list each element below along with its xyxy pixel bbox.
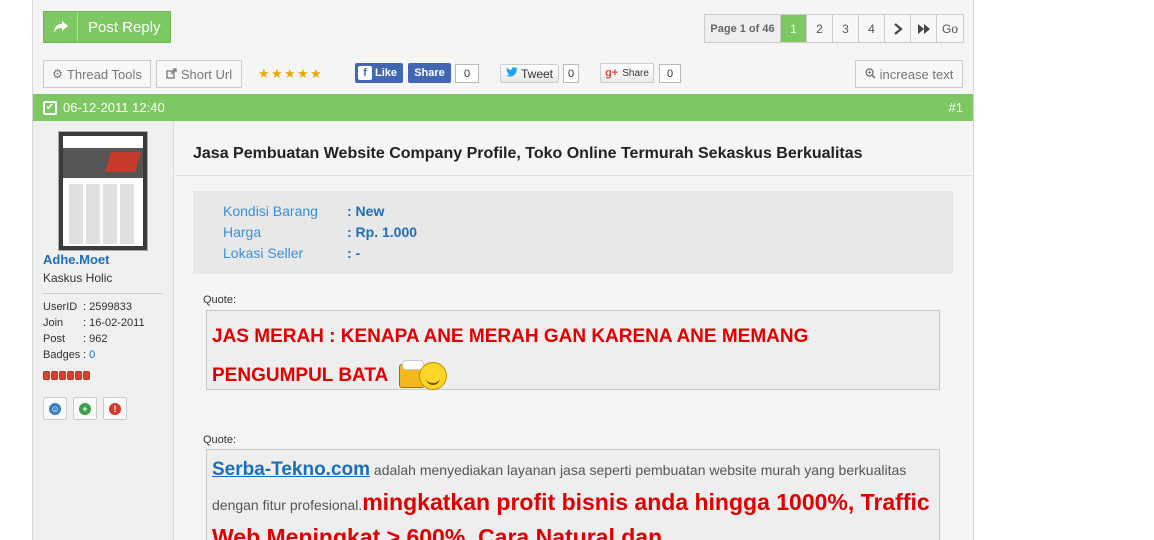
alert-icon: ! [109, 402, 121, 415]
user-id-row: UserID : 2599833 [43, 301, 132, 313]
listing-field-value: : Rp. 1.000 [347, 224, 418, 240]
user-field-label: Badges [43, 349, 81, 361]
location-row: Lokasi Seller : - [223, 245, 360, 261]
star-icon: ★ [271, 66, 283, 81]
post-count-row: Post : 962 [43, 333, 107, 345]
facebook-like-label: Like [375, 67, 398, 79]
short-url-button[interactable]: Short Url [156, 60, 242, 88]
report-button[interactable]: ! [103, 397, 127, 420]
page-4-link[interactable]: 4 [859, 15, 885, 42]
page-2-link[interactable]: 2 [807, 15, 833, 42]
user-info-column: Adhe.Moet Kaskus Holic UserID : 2599833 … [33, 121, 174, 540]
tweet-label: Tweet [520, 66, 553, 81]
page-info: Page 1 of 46 [705, 15, 781, 42]
post-title: Jasa Pembuatan Website Company Profile, … [193, 145, 863, 162]
divider [43, 293, 163, 294]
add-icon: + [79, 402, 91, 415]
star-icon: ★ [310, 66, 322, 81]
post-content: Jasa Pembuatan Website Company Profile, … [175, 121, 973, 540]
next-page-icon[interactable] [885, 15, 911, 42]
post-number-link[interactable]: #1 [949, 100, 963, 115]
divider [175, 175, 973, 176]
avatar[interactable] [58, 131, 148, 251]
share-arrow-icon [44, 12, 78, 42]
facebook-share-button[interactable]: Share [408, 63, 451, 83]
facebook-icon: f [358, 66, 372, 80]
thread-rating[interactable]: ★ ★ ★ ★ ★ [258, 66, 322, 81]
serba-tekno-link[interactable]: Serba-Tekno.com [212, 459, 370, 480]
star-icon: ★ [284, 66, 296, 81]
user-field-value: : 962 [83, 333, 108, 345]
increase-text-button[interactable]: increase text [855, 60, 963, 88]
post-date: 06-12-2011 12:40 [63, 100, 165, 115]
user-field-value: : 16-02-2011 [83, 317, 145, 329]
thread-tools-label: Thread Tools [66, 66, 142, 82]
last-page-icon[interactable] [911, 15, 937, 42]
view-profile-button[interactable]: ☺ [43, 397, 67, 420]
page-1-link[interactable]: 1 [781, 15, 807, 42]
google-plus-count: 0 [659, 64, 681, 83]
price-row: Harga : Rp. 1.000 [223, 224, 417, 240]
tweet-button[interactable]: Tweet [500, 64, 559, 83]
quote-box: JAS MERAH : KENAPA ANE MERAH GAN KARENA … [206, 310, 940, 390]
facebook-like-button[interactable]: f Like [355, 63, 403, 83]
page-3-link[interactable]: 3 [833, 15, 859, 42]
reputation-bar [43, 371, 90, 380]
facebook-share-count: 0 [455, 64, 479, 83]
condition-row: Kondisi Barang : New [223, 203, 384, 219]
quote-label: Quote: [203, 434, 237, 446]
quote-label: Quote: [203, 294, 237, 306]
post-reply-label: Post Reply [88, 18, 161, 36]
quote-text: Serba-Tekno.com adalah menyediakan layan… [212, 454, 932, 540]
go-button[interactable]: Go [937, 15, 963, 42]
username-link[interactable]: Adhe.Moet [43, 252, 109, 267]
increase-text-label: increase text [879, 66, 954, 82]
post-reply-button[interactable]: Post Reply [43, 11, 171, 43]
tweet-count: 0 [563, 64, 579, 83]
listing-field-label: Lokasi Seller [223, 245, 304, 261]
zoom-in-icon [864, 67, 876, 82]
google-plus-share-label: Share [622, 67, 649, 79]
google-plus-share-button[interactable]: g+ Share [600, 63, 654, 83]
user-field-value: : 2599833 [83, 301, 132, 313]
user-action-buttons: ☺ + ! [43, 397, 127, 420]
external-link-icon [166, 67, 177, 82]
add-reputation-button[interactable]: + [73, 397, 97, 420]
listing-field-label: Harga [223, 224, 262, 240]
star-icon: ★ [258, 66, 270, 81]
twitter-bird-icon [505, 67, 518, 80]
listing-field-value: : New [347, 203, 385, 219]
profile-icon: ☺ [49, 402, 61, 415]
badges-row: Badges : 0 [43, 349, 95, 361]
user-field-label: Post [43, 333, 66, 345]
user-field-label: Join [43, 317, 64, 329]
checkbox-icon[interactable]: ✔ [43, 100, 57, 115]
star-icon: ★ [297, 66, 309, 81]
short-url-label: Short Url [180, 66, 233, 82]
post-header-bar: ✔ 06-12-2011 12:40 #1 [33, 94, 973, 121]
beer-toast-emoticon-icon [398, 359, 447, 390]
quote-text-content: JAS MERAH : KENAPA ANE MERAH GAN KARENA … [212, 326, 809, 386]
join-date-row: Join : 16-02-2011 [43, 317, 145, 329]
gear-icon: ⚙ [52, 67, 63, 81]
listing-info-box: Kondisi Barang : New Harga : Rp. 1.000 L… [193, 191, 953, 274]
listing-field-value: : - [347, 245, 361, 261]
pagination: Page 1 of 46 1 2 3 4 Go [704, 14, 964, 43]
thread-tools-button[interactable]: ⚙ Thread Tools [43, 60, 151, 88]
user-title: Kaskus Holic [43, 271, 113, 285]
user-field-value: : [83, 349, 87, 361]
badges-count-link[interactable]: 0 [89, 349, 95, 361]
listing-field-label: Kondisi Barang [223, 203, 318, 219]
user-field-label: UserID [43, 301, 78, 313]
quote-box: Serba-Tekno.com adalah menyediakan layan… [206, 449, 940, 540]
quote-text: JAS MERAH : KENAPA ANE MERAH GAN KARENA … [212, 317, 932, 395]
google-plus-icon: g+ [605, 67, 619, 79]
